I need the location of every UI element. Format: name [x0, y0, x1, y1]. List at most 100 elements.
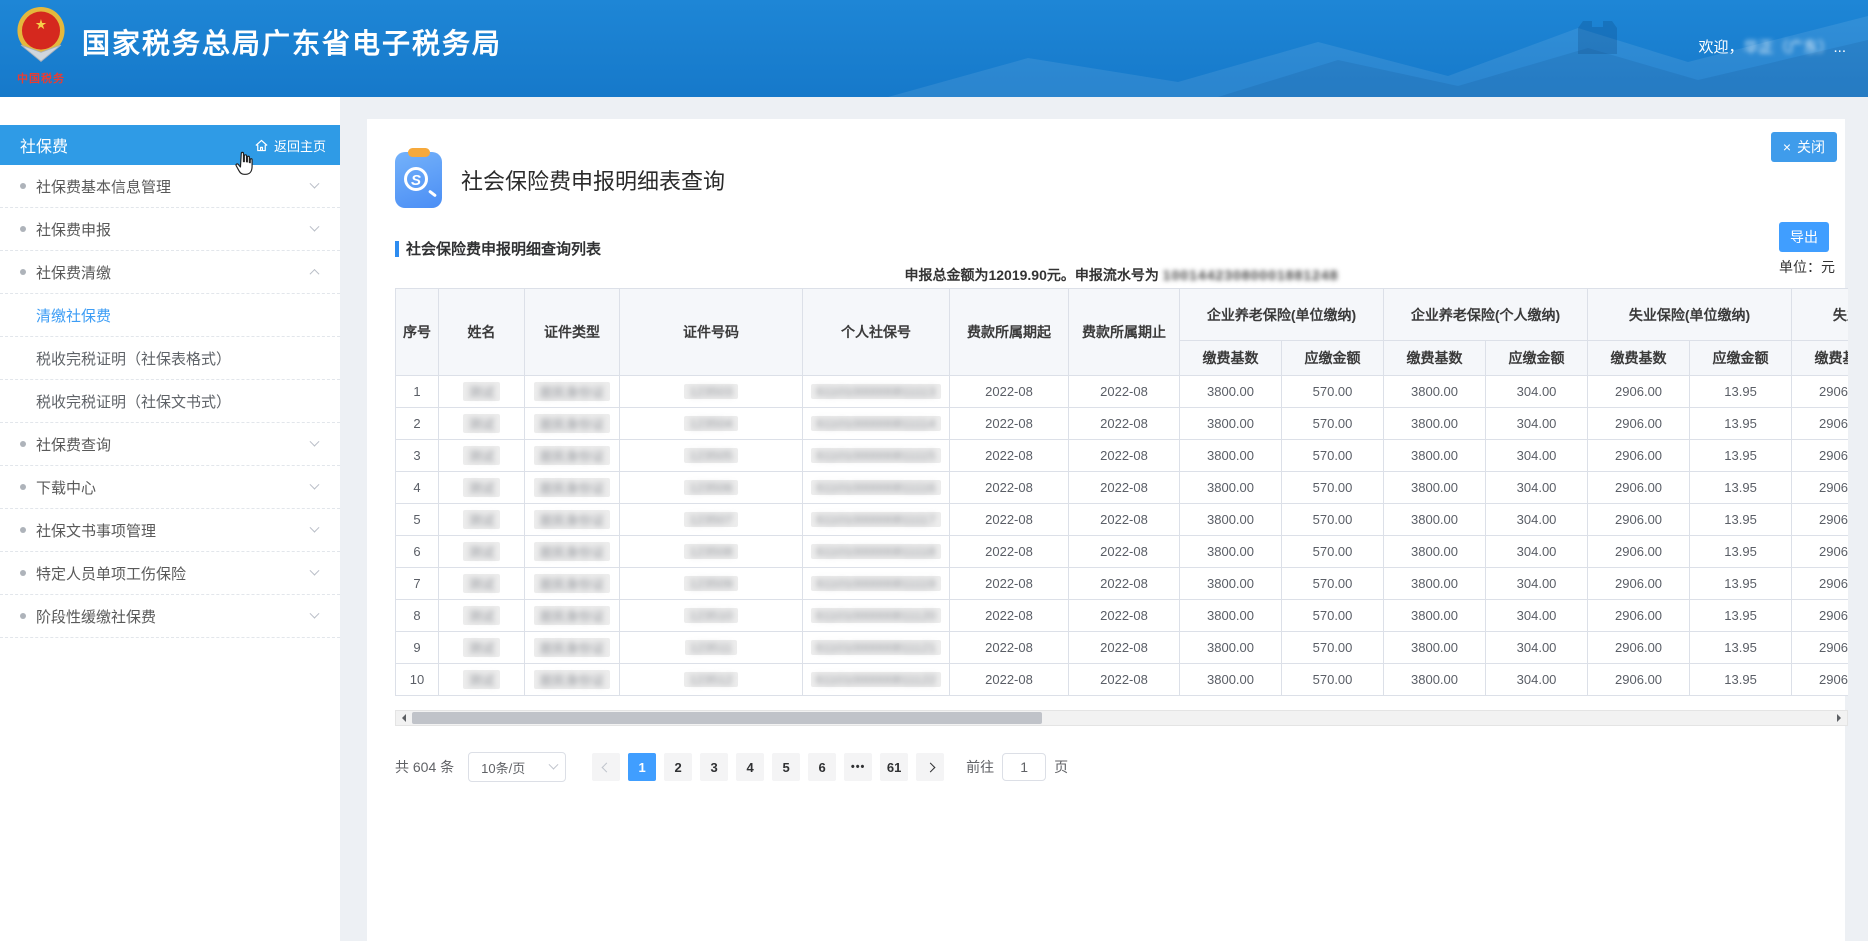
column-header: 个人社保号	[803, 289, 950, 376]
sidebar-subitem[interactable]: 清缴社保费	[0, 294, 340, 337]
cell-amount-6: 13.95	[1690, 568, 1792, 600]
goto-page-input[interactable]	[1002, 753, 1046, 781]
group-column-header: 企业养老保险(个人缴纳)	[1384, 289, 1588, 341]
table-row: 8测试居民身份证123510611010000008111202022-0820…	[396, 600, 1849, 632]
page-number-button[interactable]: 2	[664, 753, 692, 781]
cell-amount-3: 3800.00	[1384, 664, 1486, 696]
cell-amount-3: 3800.00	[1384, 440, 1486, 472]
cell-amount-5: 2906.00	[1588, 632, 1690, 664]
redacted-value: 测试	[463, 606, 499, 625]
cell-amount-1: 3800.00	[1180, 632, 1282, 664]
page-number-button[interactable]: 4	[736, 753, 764, 781]
scroll-right-icon[interactable]	[1831, 711, 1847, 725]
page-number-button[interactable]: 3	[700, 753, 728, 781]
close-button[interactable]: × 关闭	[1771, 132, 1837, 162]
page-number-list: 123456 ••• 61	[624, 753, 912, 781]
scroll-left-icon[interactable]	[396, 711, 412, 725]
sidebar-item-label: 社保费清缴	[36, 262, 311, 283]
cell-amount-7: 2906.00	[1792, 664, 1848, 696]
cell-amount-7: 2906.00	[1792, 440, 1848, 472]
cell-amount-7: 2906.00	[1792, 472, 1848, 504]
cell-amount-3: 3800.00	[1384, 376, 1486, 408]
sidebar-item[interactable]: 特定人员单项工伤保险	[0, 552, 340, 595]
site-title: 国家税务总局广东省电子税务局	[82, 0, 502, 84]
cell-period-end: 2022-08	[1069, 536, 1180, 568]
cell-id-type: 居民身份证	[525, 600, 620, 632]
chevron-down-icon	[549, 759, 559, 769]
sidebar-item[interactable]: 下载中心	[0, 466, 340, 509]
scrollbar-thumb[interactable]	[412, 712, 1042, 724]
sidebar-item-label: 社保文书事项管理	[36, 520, 311, 541]
cell-period-end: 2022-08	[1069, 632, 1180, 664]
bullet-icon	[20, 613, 26, 619]
return-home-button[interactable]: 返回主页	[254, 136, 326, 155]
cell-amount-5: 2906.00	[1588, 408, 1690, 440]
cell-amount-2: 570.00	[1282, 536, 1384, 568]
sidebar-item[interactable]: 阶段性缓缴社保费	[0, 595, 340, 638]
cell-amount-6: 13.95	[1690, 664, 1792, 696]
sidebar-subitem[interactable]: 税收完税证明（社保文书式）	[0, 380, 340, 423]
horizontal-scrollbar[interactable]	[395, 710, 1848, 726]
table-row: 5测试居民身份证123507611010000008111172022-0820…	[396, 504, 1849, 536]
sidebar-item[interactable]: 社保费查询	[0, 423, 340, 466]
next-page-button[interactable]	[916, 753, 944, 781]
cell-period-start: 2022-08	[950, 536, 1069, 568]
ellipsis-icon[interactable]: •••	[844, 753, 872, 781]
sidebar-item[interactable]: 社保费清缴	[0, 251, 340, 294]
page-number-button[interactable]: 1	[628, 753, 656, 781]
cell-period-end: 2022-08	[1069, 504, 1180, 536]
welcome-prefix: 欢迎，	[1698, 39, 1743, 56]
sidebar-item-label: 阶段性缓缴社保费	[36, 606, 311, 627]
prev-page-button[interactable]	[592, 753, 620, 781]
cell-amount-7: 2906.00	[1792, 568, 1848, 600]
redacted-value: 居民身份证	[534, 446, 609, 465]
cell-amount-5: 2906.00	[1588, 472, 1690, 504]
cell-id-type: 居民身份证	[525, 504, 620, 536]
cell-id-no: 123506	[620, 472, 803, 504]
page-size-select[interactable]: 10条/页	[468, 752, 566, 782]
page-number-button[interactable]: 6	[808, 753, 836, 781]
cell-id-no: 123507	[620, 504, 803, 536]
sidebar-item[interactable]: 社保文书事项管理	[0, 509, 340, 552]
cell-id-type: 居民身份证	[525, 536, 620, 568]
redacted-value: 123508	[684, 544, 737, 559]
cell-amount-2: 570.00	[1282, 632, 1384, 664]
page-title: 社会保险费申报明细表查询	[461, 164, 725, 196]
redacted-value: 123506	[684, 480, 737, 495]
sub-column-header: 缴费基数	[1792, 341, 1848, 376]
page-number-button[interactable]: 61	[880, 753, 908, 781]
cell-ssn: 61101000000811116	[803, 472, 950, 504]
sidebar-item-label: 社保费基本信息管理	[36, 176, 311, 197]
cell-amount-1: 3800.00	[1180, 664, 1282, 696]
summary-serial-redacted: 10014423080001881248	[1163, 267, 1339, 283]
export-button[interactable]: 导出	[1779, 222, 1829, 252]
redacted-value: 123509	[684, 576, 737, 591]
redacted-value: 61101000000811116	[811, 480, 940, 495]
cell-id-no: 123510	[620, 600, 803, 632]
chevron-down-icon	[310, 221, 320, 231]
cell-amount-2: 570.00	[1282, 440, 1384, 472]
cell-amount-7: 2906.00	[1792, 408, 1848, 440]
cell-amount-1: 3800.00	[1180, 600, 1282, 632]
redacted-value: 123504	[684, 416, 737, 431]
national-emblem-icon: ★	[12, 5, 70, 67]
cell-seq: 7	[396, 568, 439, 600]
bullet-icon	[20, 183, 26, 189]
cell-amount-6: 13.95	[1690, 440, 1792, 472]
cell-seq: 5	[396, 504, 439, 536]
cell-period-end: 2022-08	[1069, 472, 1180, 504]
sidebar-subitem[interactable]: 税收完税证明（社保表格式）	[0, 337, 340, 380]
redacted-value: 测试	[463, 670, 499, 689]
cell-amount-5: 2906.00	[1588, 600, 1690, 632]
redacted-value: 居民身份证	[534, 670, 609, 689]
sidebar-item[interactable]: 社保费申报	[0, 208, 340, 251]
cell-seq: 8	[396, 600, 439, 632]
redacted-value: 居民身份证	[534, 606, 609, 625]
page-number-button[interactable]: 5	[772, 753, 800, 781]
cell-period-start: 2022-08	[950, 664, 1069, 696]
redacted-value: 测试	[463, 446, 499, 465]
cell-id-type: 居民身份证	[525, 568, 620, 600]
sidebar-item[interactable]: 社保费基本信息管理	[0, 165, 340, 208]
sidebar-title: 社保费	[20, 133, 68, 157]
cell-period-end: 2022-08	[1069, 664, 1180, 696]
